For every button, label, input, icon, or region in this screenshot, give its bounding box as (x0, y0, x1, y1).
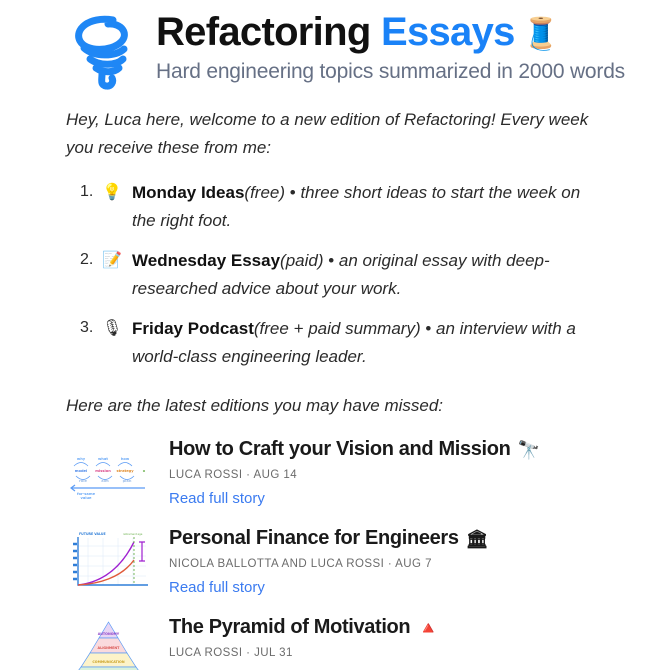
svg-text:value: value (81, 496, 93, 500)
svg-text:ALIGNMENT: ALIGNMENT (98, 646, 121, 650)
edition-separator: • (285, 183, 301, 203)
read-full-story-link[interactable]: Read full story (169, 579, 265, 596)
svg-text:FUTURE VALUE: FUTURE VALUE (79, 532, 106, 536)
latest-editions-intro: Here are the latest editions you may hav… (66, 396, 444, 416)
edition-separator: • (420, 319, 437, 339)
edition-title: Wednesday Essay (132, 251, 281, 271)
post-byline: LUCA ROSSI · AUG 14 (169, 469, 298, 482)
svg-text:strategy: strategy (116, 469, 134, 473)
future-value-compound-chart-thumbnail[interactable]: FUTURE VALUE retirement age (66, 530, 151, 593)
tornado-swirl-logo-icon (66, 8, 148, 90)
edition-title: Monday Ideas (132, 183, 245, 203)
brand-word-essays: Essays (380, 10, 515, 54)
list-item[interactable]: why what how model mission strategy o ro… (66, 437, 605, 508)
list-item: 📝 Wednesday Essay(paid) • an original ess… (80, 247, 605, 302)
vision-mission-flow-diagram-thumbnail[interactable]: why what how model mission strategy o ro… (66, 441, 151, 504)
edition-tag: (paid) (280, 251, 324, 271)
svg-text:retirement age: retirement age (123, 532, 143, 536)
post-title[interactable]: How to Craft your Vision and Mission 🔭 (169, 437, 540, 462)
edition-title: Friday Podcast (132, 319, 254, 339)
post-byline: NICOLA BALLOTTA AND LUCA ROSSI · AUG 7 (169, 558, 432, 571)
post-body: The Pyramid of Motivation 🔺 LUCA ROSSI · … (169, 615, 440, 670)
tagline: Hard engineering topics summarized in 20… (156, 60, 625, 83)
editions-list: 💡 Monday Ideas(free) • three short ideas … (66, 179, 605, 370)
microphone-emoji: 🎙 (102, 318, 123, 338)
svg-text:AUTONOMY: AUTONOMY (98, 632, 120, 636)
motivation-pyramid-thumbnail[interactable]: AUTONOMY ALIGNMENT COMMUNICATION PSYCHOL… (66, 619, 151, 670)
svg-text:why: why (77, 457, 86, 461)
brand-word-refactoring: Refactoring (156, 10, 371, 54)
svg-text:mission: mission (95, 469, 111, 473)
post-body: Personal Finance for Engineers 🏛 NICOLA B… (169, 526, 488, 597)
masthead-text: Refactoring Essays 🧵 Hard engineering top… (148, 6, 625, 84)
read-full-story-link[interactable]: Read full story (169, 490, 265, 507)
svg-text:plan: plan (123, 479, 132, 483)
telescope-emoji: 🔭 (517, 440, 540, 462)
list-item[interactable]: AUTONOMY ALIGNMENT COMMUNICATION PSYCHOL… (66, 615, 605, 670)
masthead: Refactoring Essays 🧵 Hard engineering top… (0, 0, 663, 90)
svg-text:model: model (75, 469, 87, 473)
intro-paragraph: Hey, Luca here, welcome to a new edition… (66, 110, 589, 157)
list-item: 💡 Monday Ideas(free) • three short ideas … (80, 179, 605, 234)
edition-separator: • (323, 251, 339, 271)
svg-text:COMMUNICATION: COMMUNICATION (92, 660, 124, 664)
red-triangle-emoji: 🔺 (417, 618, 440, 640)
post-body: How to Craft your Vision and Mission 🔭 LU… (169, 437, 540, 508)
thread-spool-emoji: 🧵 (521, 16, 561, 52)
memo-emoji: 📝 (102, 250, 122, 270)
newsletter-page: Refactoring Essays 🧵 Hard engineering top… (0, 0, 663, 670)
post-title[interactable]: Personal Finance for Engineers 🏛 (169, 526, 488, 551)
post-title[interactable]: The Pyramid of Motivation 🔺 (169, 615, 440, 640)
classical-building-emoji: 🏛 (465, 529, 489, 551)
svg-text:how: how (121, 457, 130, 461)
list-item: 🎙 Friday Podcast(free + paid summary) • a… (80, 315, 605, 370)
edition-tag: (free) (244, 183, 286, 203)
edition-tag: (free + paid summary) (253, 319, 421, 339)
lightbulb-emoji: 💡 (102, 182, 122, 202)
post-byline: LUCA ROSSI · JUL 31 (169, 647, 293, 660)
post-list: why what how model mission strategy o ro… (66, 437, 605, 670)
post-title-text: Personal Finance for Engineers (169, 527, 459, 550)
post-title-text: The Pyramid of Motivation (169, 616, 411, 639)
svg-text:what: what (98, 457, 108, 461)
svg-text:o: o (143, 469, 146, 473)
svg-text:aim: aim (101, 479, 109, 483)
brand-title: Refactoring Essays 🧵 (156, 10, 625, 54)
svg-text:role: role (79, 479, 87, 483)
list-item[interactable]: FUTURE VALUE retirement age Personal Fin… (66, 526, 605, 597)
post-title-text: How to Craft your Vision and Mission (169, 438, 511, 461)
content-area: Hey, Luca here, welcome to a new edition… (0, 106, 663, 670)
